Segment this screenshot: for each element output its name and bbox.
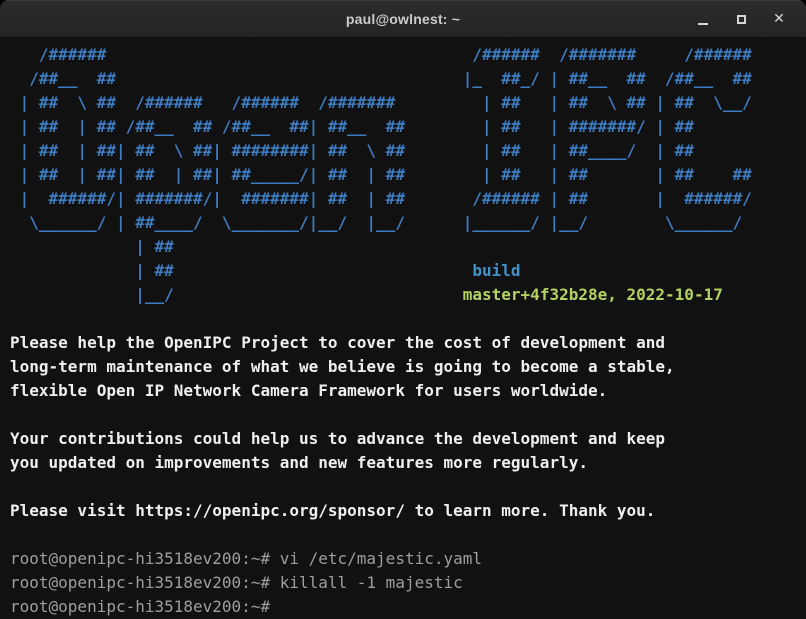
close-button[interactable]: ✕ bbox=[760, 4, 798, 34]
motd-paragraph: Please help the OpenIPC Project to cover… bbox=[10, 331, 806, 403]
maximize-button[interactable] bbox=[722, 4, 760, 34]
terminal-screen[interactable]: /###### /###### /####### /###### /##__ #… bbox=[0, 38, 806, 619]
window-titlebar[interactable]: paul@owlnest: ~ ✕ bbox=[0, 0, 806, 38]
prompt-line: root@openipc-hi3518ev200:~# killall -1 m… bbox=[10, 571, 806, 595]
close-icon: ✕ bbox=[773, 12, 785, 26]
minimize-button[interactable] bbox=[684, 4, 722, 34]
window-title: paul@owlnest: ~ bbox=[346, 11, 460, 27]
motd-paragraphs: Please help the OpenIPC Project to cover… bbox=[10, 331, 806, 523]
build-label: build bbox=[472, 261, 520, 280]
window-controls: ✕ bbox=[684, 0, 798, 38]
maximize-icon bbox=[737, 15, 746, 24]
prompt-line: root@openipc-hi3518ev200:~# vi /etc/maje… bbox=[10, 547, 806, 571]
prompt-history: root@openipc-hi3518ev200:~# vi /etc/maje… bbox=[10, 547, 806, 619]
motd-paragraph: Your contributions could help us to adva… bbox=[10, 427, 806, 475]
minimize-icon bbox=[698, 23, 708, 25]
ascii-banner: /###### /###### /####### /###### /##__ #… bbox=[10, 43, 806, 307]
prompt-line: root@openipc-hi3518ev200:~# bbox=[10, 595, 806, 619]
terminal-window: paul@owlnest: ~ ✕ /###### /###### /#####… bbox=[0, 0, 806, 619]
motd-paragraph: Please visit https://openipc.org/sponsor… bbox=[10, 499, 806, 523]
version-label: master+4f32b28e, 2022-10-17 bbox=[463, 285, 723, 304]
